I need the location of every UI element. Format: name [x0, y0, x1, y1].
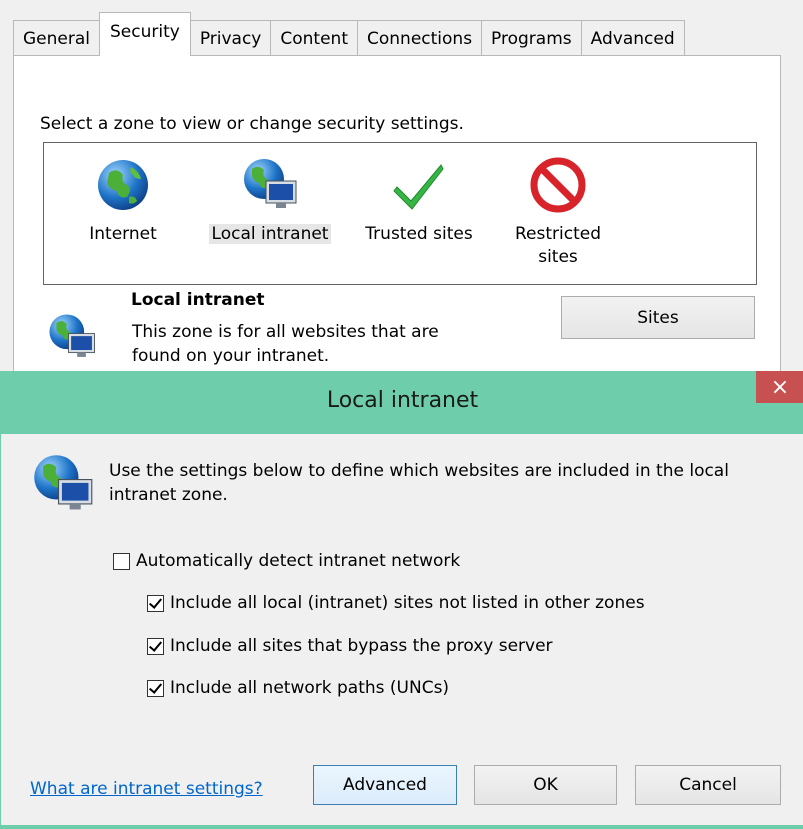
zone-internet[interactable]: Internet — [78, 157, 168, 246]
tab-general[interactable]: General — [13, 20, 100, 56]
zone-list: Internet Local intranet Trusted sites Re… — [43, 142, 757, 285]
security-panel: Select a zone to view or change security… — [13, 55, 781, 385]
dialog-title: Local intranet — [326, 388, 479, 413]
tab-security[interactable]: Security — [99, 12, 191, 56]
local-intranet-dialog: Local intranet × Use the settings below … — [0, 371, 803, 829]
close-icon[interactable]: × — [756, 371, 803, 403]
globe-icon — [98, 160, 148, 210]
advanced-button[interactable]: Advanced — [313, 765, 457, 805]
zone-label: Trusted sites — [365, 224, 473, 244]
tab-programs[interactable]: Programs — [481, 20, 582, 56]
selected-zone-title: Local intranet — [131, 290, 265, 310]
auto-detect-checkbox[interactable] — [113, 552, 130, 570]
zone-trusted-sites[interactable]: Trusted sites — [354, 157, 484, 246]
cancel-button[interactable]: Cancel — [635, 765, 781, 805]
include-unc-paths-option[interactable]: Include all network paths (UNCs) — [147, 678, 449, 698]
zone-restricted-sites[interactable]: Restricted sites — [510, 157, 606, 269]
tab-advanced[interactable]: Advanced — [580, 20, 685, 56]
intranet-icon — [244, 159, 297, 208]
ok-button[interactable]: OK — [474, 765, 617, 805]
dialog-intro-text: Use the settings below to define which w… — [109, 461, 729, 505]
selected-zone-description: This zone is for all websites that are f… — [132, 322, 439, 366]
zone-label: Internet — [89, 224, 157, 244]
zone-label: Local intranet — [208, 224, 332, 244]
zone-label: Restricted sites — [514, 224, 601, 267]
auto-detect-option[interactable]: Automatically detect intranet network — [113, 551, 460, 571]
option-label: Include all network paths (UNCs) — [170, 678, 450, 698]
include-bypass-proxy-checkbox[interactable] — [147, 637, 164, 655]
option-label: Include all sites that bypass the proxy … — [170, 636, 553, 656]
option-label: Automatically detect intranet network — [136, 551, 461, 571]
dialog-border — [1, 825, 803, 829]
help-link[interactable]: What are intranet settings? — [30, 779, 263, 799]
include-unc-paths-checkbox[interactable] — [147, 679, 164, 697]
zone-caption: Select a zone to view or change security… — [40, 114, 464, 134]
include-bypass-proxy-option[interactable]: Include all sites that bypass the proxy … — [147, 636, 553, 656]
option-label: Include all local (intranet) sites not l… — [170, 593, 645, 613]
tab-connections[interactable]: Connections — [357, 20, 483, 56]
tab-privacy[interactable]: Privacy — [189, 20, 272, 56]
intranet-icon — [49, 314, 95, 357]
tab-strip: General Security Privacy Content Connect… — [13, 12, 685, 56]
intranet-icon — [34, 455, 93, 510]
title-bar[interactable]: Local intranet × — [1, 371, 803, 434]
tab-content[interactable]: Content — [270, 20, 358, 56]
include-local-sites-option[interactable]: Include all local (intranet) sites not l… — [147, 593, 645, 613]
include-local-sites-checkbox[interactable] — [147, 594, 164, 612]
zone-local-intranet[interactable]: Local intranet — [200, 157, 340, 246]
sites-button[interactable]: Sites — [561, 296, 755, 339]
checkmark-icon — [393, 164, 444, 210]
blocked-icon — [530, 157, 586, 213]
